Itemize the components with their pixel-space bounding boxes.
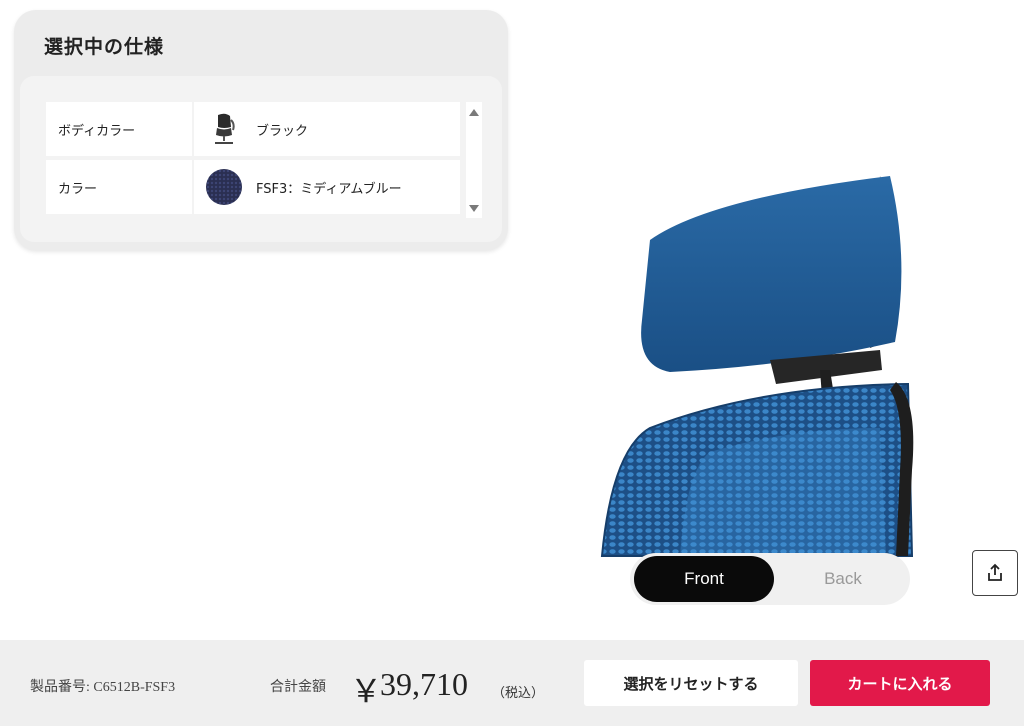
reset-selection-button[interactable]: 選択をリセットする [584,660,798,706]
footer-bar: 製品番号: C6512B-FSF3 合計金額 ￥ 39,710 （税込） 選択を… [0,640,1024,726]
spec-scrollbar[interactable] [466,102,482,218]
spec-label: カラー [46,160,192,214]
spec-label: ボディカラー [46,102,192,156]
scroll-up-arrow-icon[interactable] [469,109,479,116]
spec-panel-title: 選択中の仕様 [44,36,165,58]
product-code: 製品番号: C6512B-FSF3 [30,680,176,695]
view-toggle: Front Back [630,553,910,605]
currency-symbol: ￥ [350,673,383,709]
spec-table-container: ボディカラー ブラック カラー FSF3：ミディアムブルー [20,76,502,242]
share-upload-icon [988,563,1002,581]
scroll-down-arrow-icon[interactable] [469,205,479,212]
product-image-chair [590,170,920,558]
selected-spec-panel: 選択中の仕様 ボディカラー ブラック カラー FSF3：ミディアムブルー [14,10,508,250]
spec-value-cell: FSF3：ミディアムブルー [194,160,460,214]
fabric-swatch-icon [206,169,242,205]
back-view-button[interactable]: Back [780,556,906,602]
spec-row-color: カラー FSF3：ミディアムブルー [46,160,460,214]
spec-row-body-color: ボディカラー ブラック [46,102,460,156]
spec-table: ボディカラー ブラック カラー FSF3：ミディアムブルー [46,102,460,218]
chair-thumbnail-icon [206,111,242,147]
spec-value-cell: ブラック [194,102,460,156]
front-view-button[interactable]: Front [634,556,774,602]
spec-value: FSF3：ミディアムブルー [256,181,402,197]
tax-note: （税込） [492,685,545,700]
total-price: 39,710 [380,666,468,702]
share-button[interactable] [972,550,1018,596]
total-label: 合計金額 [270,680,326,695]
spec-value: ブラック [256,123,309,139]
add-to-cart-button[interactable]: カートに入れる [810,660,990,706]
